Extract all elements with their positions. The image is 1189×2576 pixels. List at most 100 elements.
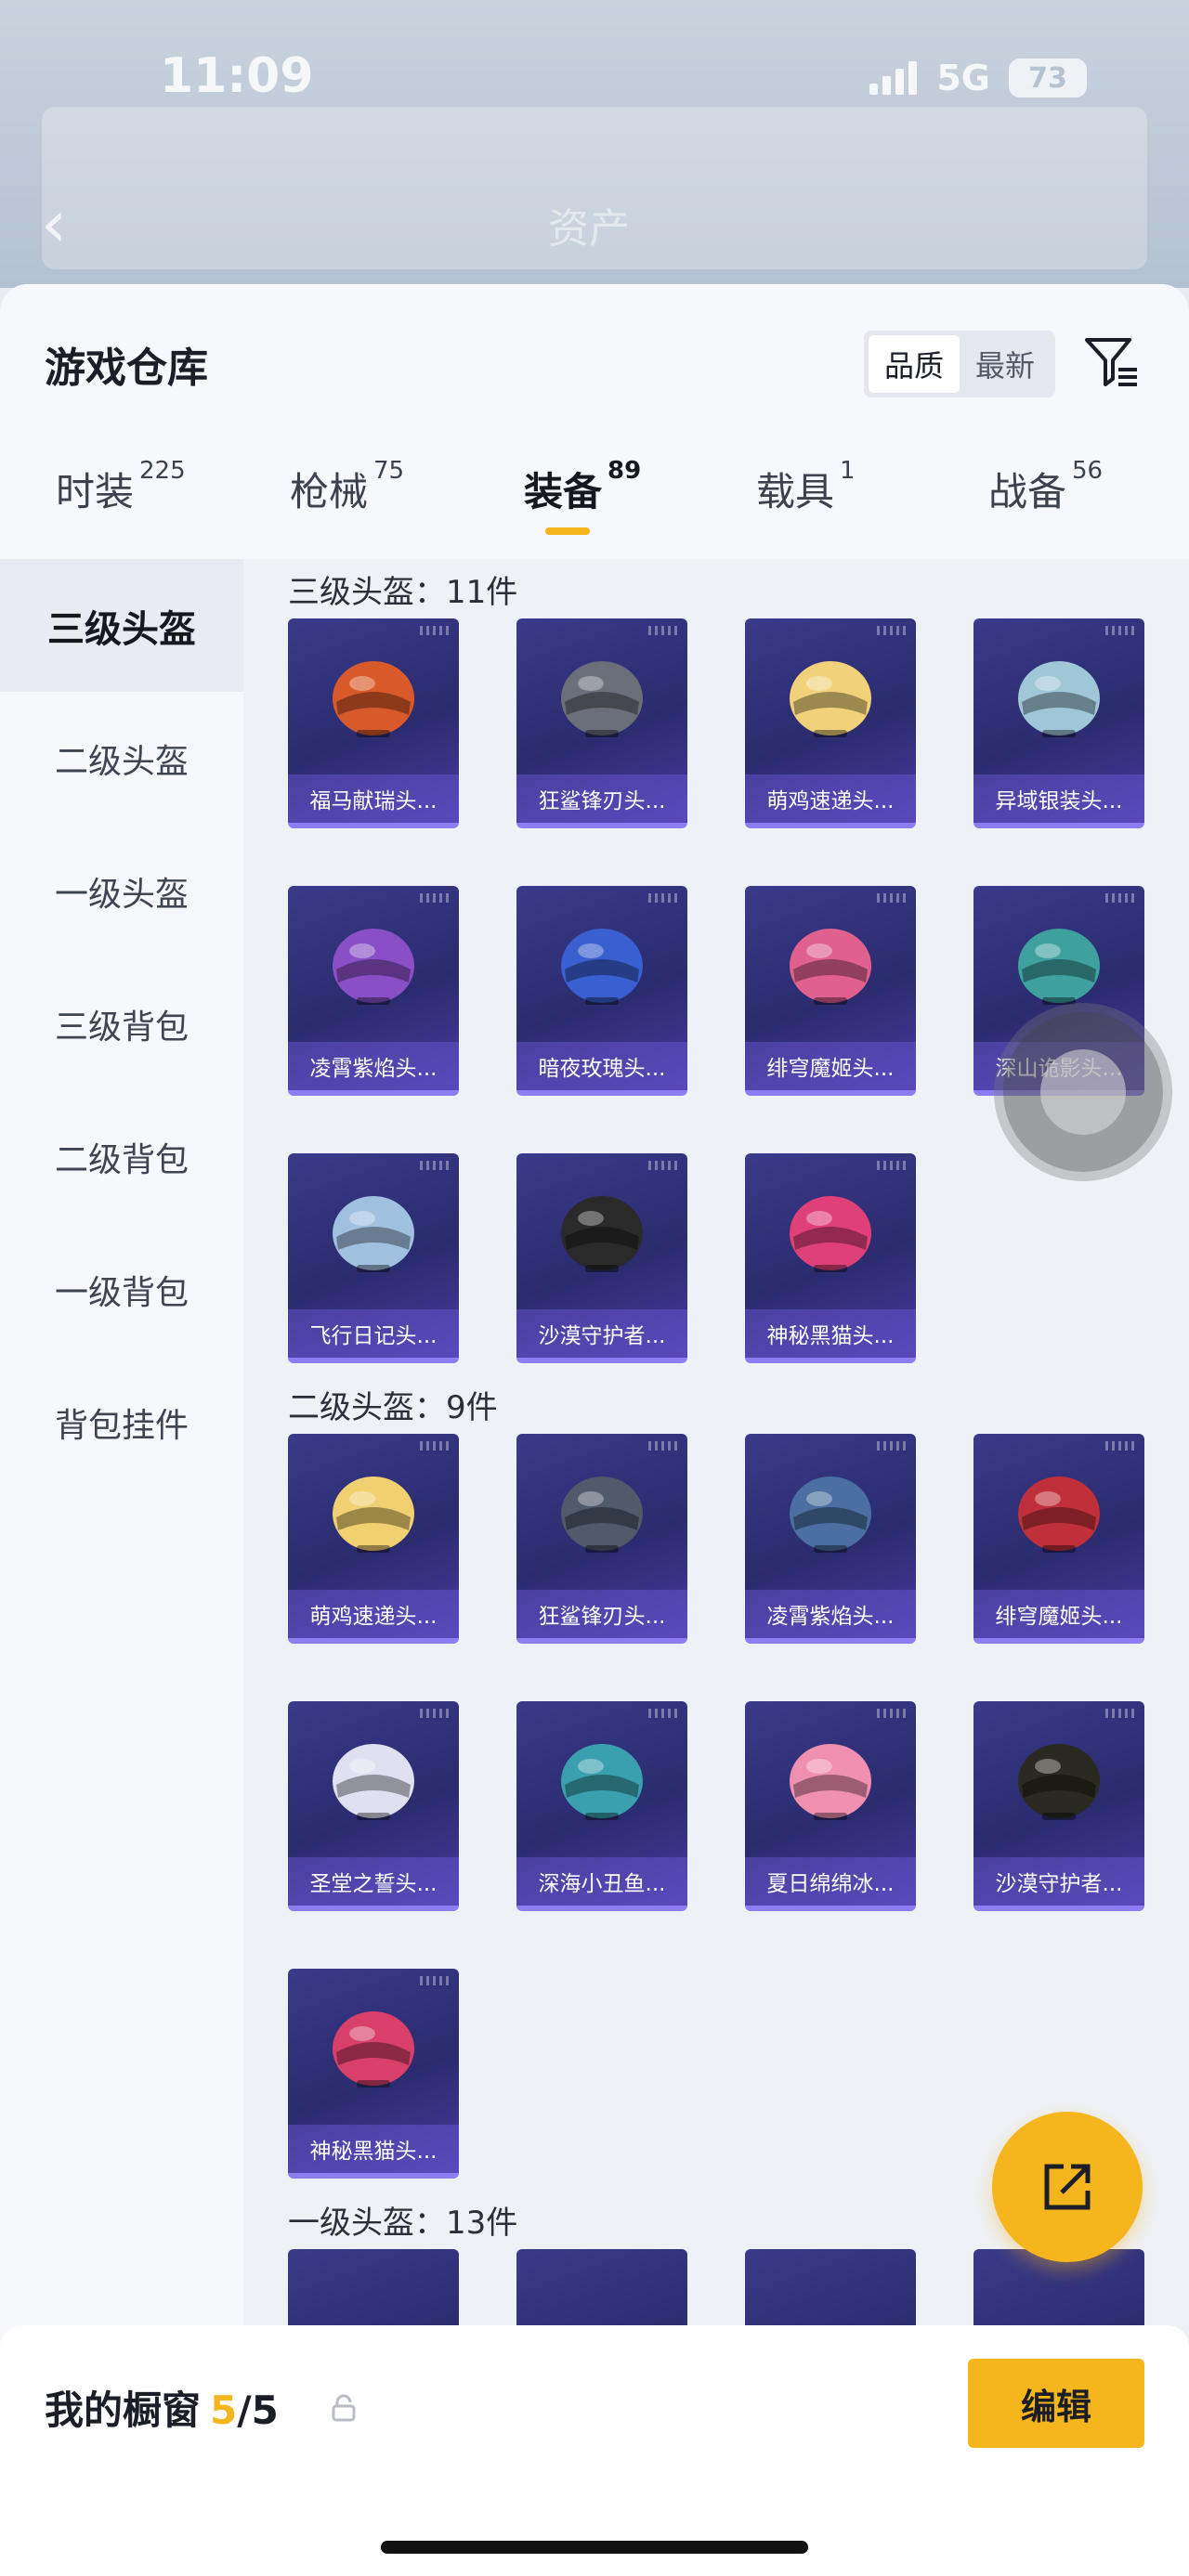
side-item-level2-helmet[interactable]: 二级头盔 [0,692,243,825]
helmet-icon [561,1744,643,1820]
home-indicator [381,2541,808,2554]
item-card[interactable]: 神秘黑猫头... [745,1153,916,1363]
item-name: 沙漠守护者... [973,1857,1144,1906]
side-item-level1-backpack[interactable]: 一级背包 [0,1223,243,1356]
card-decoration [1105,893,1137,903]
item-name: 夏日绵绵冰... [745,1857,916,1906]
helmet-icon [790,1744,871,1820]
item-name: 沙漠守护者... [516,1309,687,1358]
card-decoration [877,626,908,635]
tab-count: 75 [373,457,405,485]
item-card[interactable]: 沙漠守护者... [973,1701,1144,1911]
card-decoration [420,626,451,635]
item-card[interactable]: 凌霄紫焰头... [288,886,459,1096]
filter-icon[interactable] [1081,332,1141,392]
item-card[interactable]: 暗夜玫瑰头... [516,886,687,1096]
item-card[interactable]: 凌霄紫焰头... [745,1434,916,1644]
tab-count: 56 [1072,457,1104,485]
item-name: 深海小丑鱼... [516,1857,687,1906]
item-name: 狂鲨锋刃头... [516,774,687,823]
item-name: 绯穹魔姬头... [973,1590,1144,1638]
helmet-icon [333,929,414,1005]
edit-button[interactable]: 编辑 [968,2359,1144,2448]
item-card[interactable]: 飞行日记头... [288,1153,459,1363]
item-name: 神秘黑猫头... [745,1309,916,1358]
item-name: 狂鲨锋刃头... [516,1590,687,1638]
showcase-count-current: 5 [210,2387,238,2433]
item-card[interactable]: 深海小丑鱼... [516,1701,687,1911]
card-decoration [877,1441,908,1451]
battery-icon: 73 [1009,59,1087,98]
item-card[interactable]: 夏日绵绵冰... [745,1701,916,1911]
sheet-header: 游戏仓库 品质 最新 时装 225 枪械 75 装备 89 载具 1 战备 56 [0,284,1189,559]
helmet-icon [1018,929,1100,1005]
card-decoration [648,1441,680,1451]
helmet-icon [333,661,414,737]
item-name: 凌霄紫焰头... [745,1590,916,1638]
helmet-icon [561,1477,643,1553]
item-grid: 萌鸡速递头... 狂鲨锋刃头... 凌霄紫焰头... 绯穹魔姬头... 圣堂之誓头...… [288,1434,1152,2236]
item-card[interactable]: 圣堂之誓头... [288,1701,459,1911]
side-item-level3-backpack[interactable]: 三级背包 [0,957,243,1090]
helmet-icon [790,929,871,1005]
item-name: 福马献瑞头... [288,774,459,823]
sort-latest-button[interactable]: 最新 [960,335,1051,393]
helmet-icon [1018,1744,1100,1820]
item-card[interactable]: 萌鸡速递头... [745,618,916,828]
item-card[interactable]: 神秘黑猫头... [288,1969,459,2179]
item-grid: 福马献瑞头... 狂鲨锋刃头... 萌鸡速递头... 异域银装头... 凌霄紫焰头...… [288,618,1152,1421]
card-decoration [420,1709,451,1718]
card-decoration [648,1709,680,1718]
helmet-icon [333,1196,414,1272]
tab-vehicles[interactable]: 载具 1 [700,457,933,559]
card-decoration [420,1976,451,1985]
tab-gear[interactable]: 战备 56 [933,457,1189,559]
sort-quality-button[interactable]: 品质 [869,335,960,393]
status-indicators: 5G 73 [869,58,1087,98]
helmet-icon [561,1196,643,1272]
side-item-backpack-charm[interactable]: 背包挂件 [0,1356,243,1489]
card-decoration [420,1441,451,1451]
helmet-icon [561,661,643,737]
tab-label: 装备 [524,469,603,514]
card-decoration [420,1161,451,1170]
background-title: 资产 [548,205,630,253]
tab-fashion[interactable]: 时装 225 [0,457,234,559]
share-button[interactable] [992,2112,1143,2262]
side-item-level3-helmet[interactable]: 三级头盔 [0,559,243,692]
item-card[interactable]: 沙漠守护者... [516,1153,687,1363]
section-title: 二级头盔：9件 [288,1388,498,1426]
back-arrow-icon[interactable]: ‹ [41,186,67,262]
helmet-icon [790,661,871,737]
assistive-touch-button[interactable] [1003,1012,1163,1172]
card-decoration [877,893,908,903]
network-label: 5G [936,58,990,98]
tab-count: 1 [840,457,856,485]
tab-weapons[interactable]: 枪械 75 [234,457,466,559]
helmet-icon [561,929,643,1005]
helmet-icon [333,2011,414,2088]
item-name: 圣堂之誓头... [288,1857,459,1906]
item-card[interactable]: 狂鲨锋刃头... [516,618,687,828]
side-item-level1-helmet[interactable]: 一级头盔 [0,825,243,957]
card-decoration [420,893,451,903]
side-item-level2-backpack[interactable]: 二级背包 [0,1090,243,1223]
helmet-icon [1018,1477,1100,1553]
card-decoration [1105,626,1137,635]
tab-equipment[interactable]: 装备 89 [466,457,700,559]
item-name: 飞行日记头... [288,1309,459,1358]
item-name: 萌鸡速递头... [288,1590,459,1638]
item-card[interactable]: 异域银装头... [973,618,1144,828]
showcase-count-total: /5 [237,2387,279,2433]
category-tabs: 时装 225 枪械 75 装备 89 载具 1 战备 56 [0,457,1189,559]
lock-icon [332,2394,356,2422]
item-name: 异域银装头... [973,774,1144,823]
item-card[interactable]: 绯穹魔姬头... [745,886,916,1096]
item-card[interactable]: 福马献瑞头... [288,618,459,828]
showcase-title-group: 我的橱窗 5/5 [45,2379,279,2436]
item-card[interactable]: 狂鲨锋刃头... [516,1434,687,1644]
tab-label: 时装 [56,469,135,514]
item-name: 暗夜玫瑰头... [516,1042,687,1090]
item-card[interactable]: 萌鸡速递头... [288,1434,459,1644]
item-card[interactable]: 绯穹魔姬头... [973,1434,1144,1644]
